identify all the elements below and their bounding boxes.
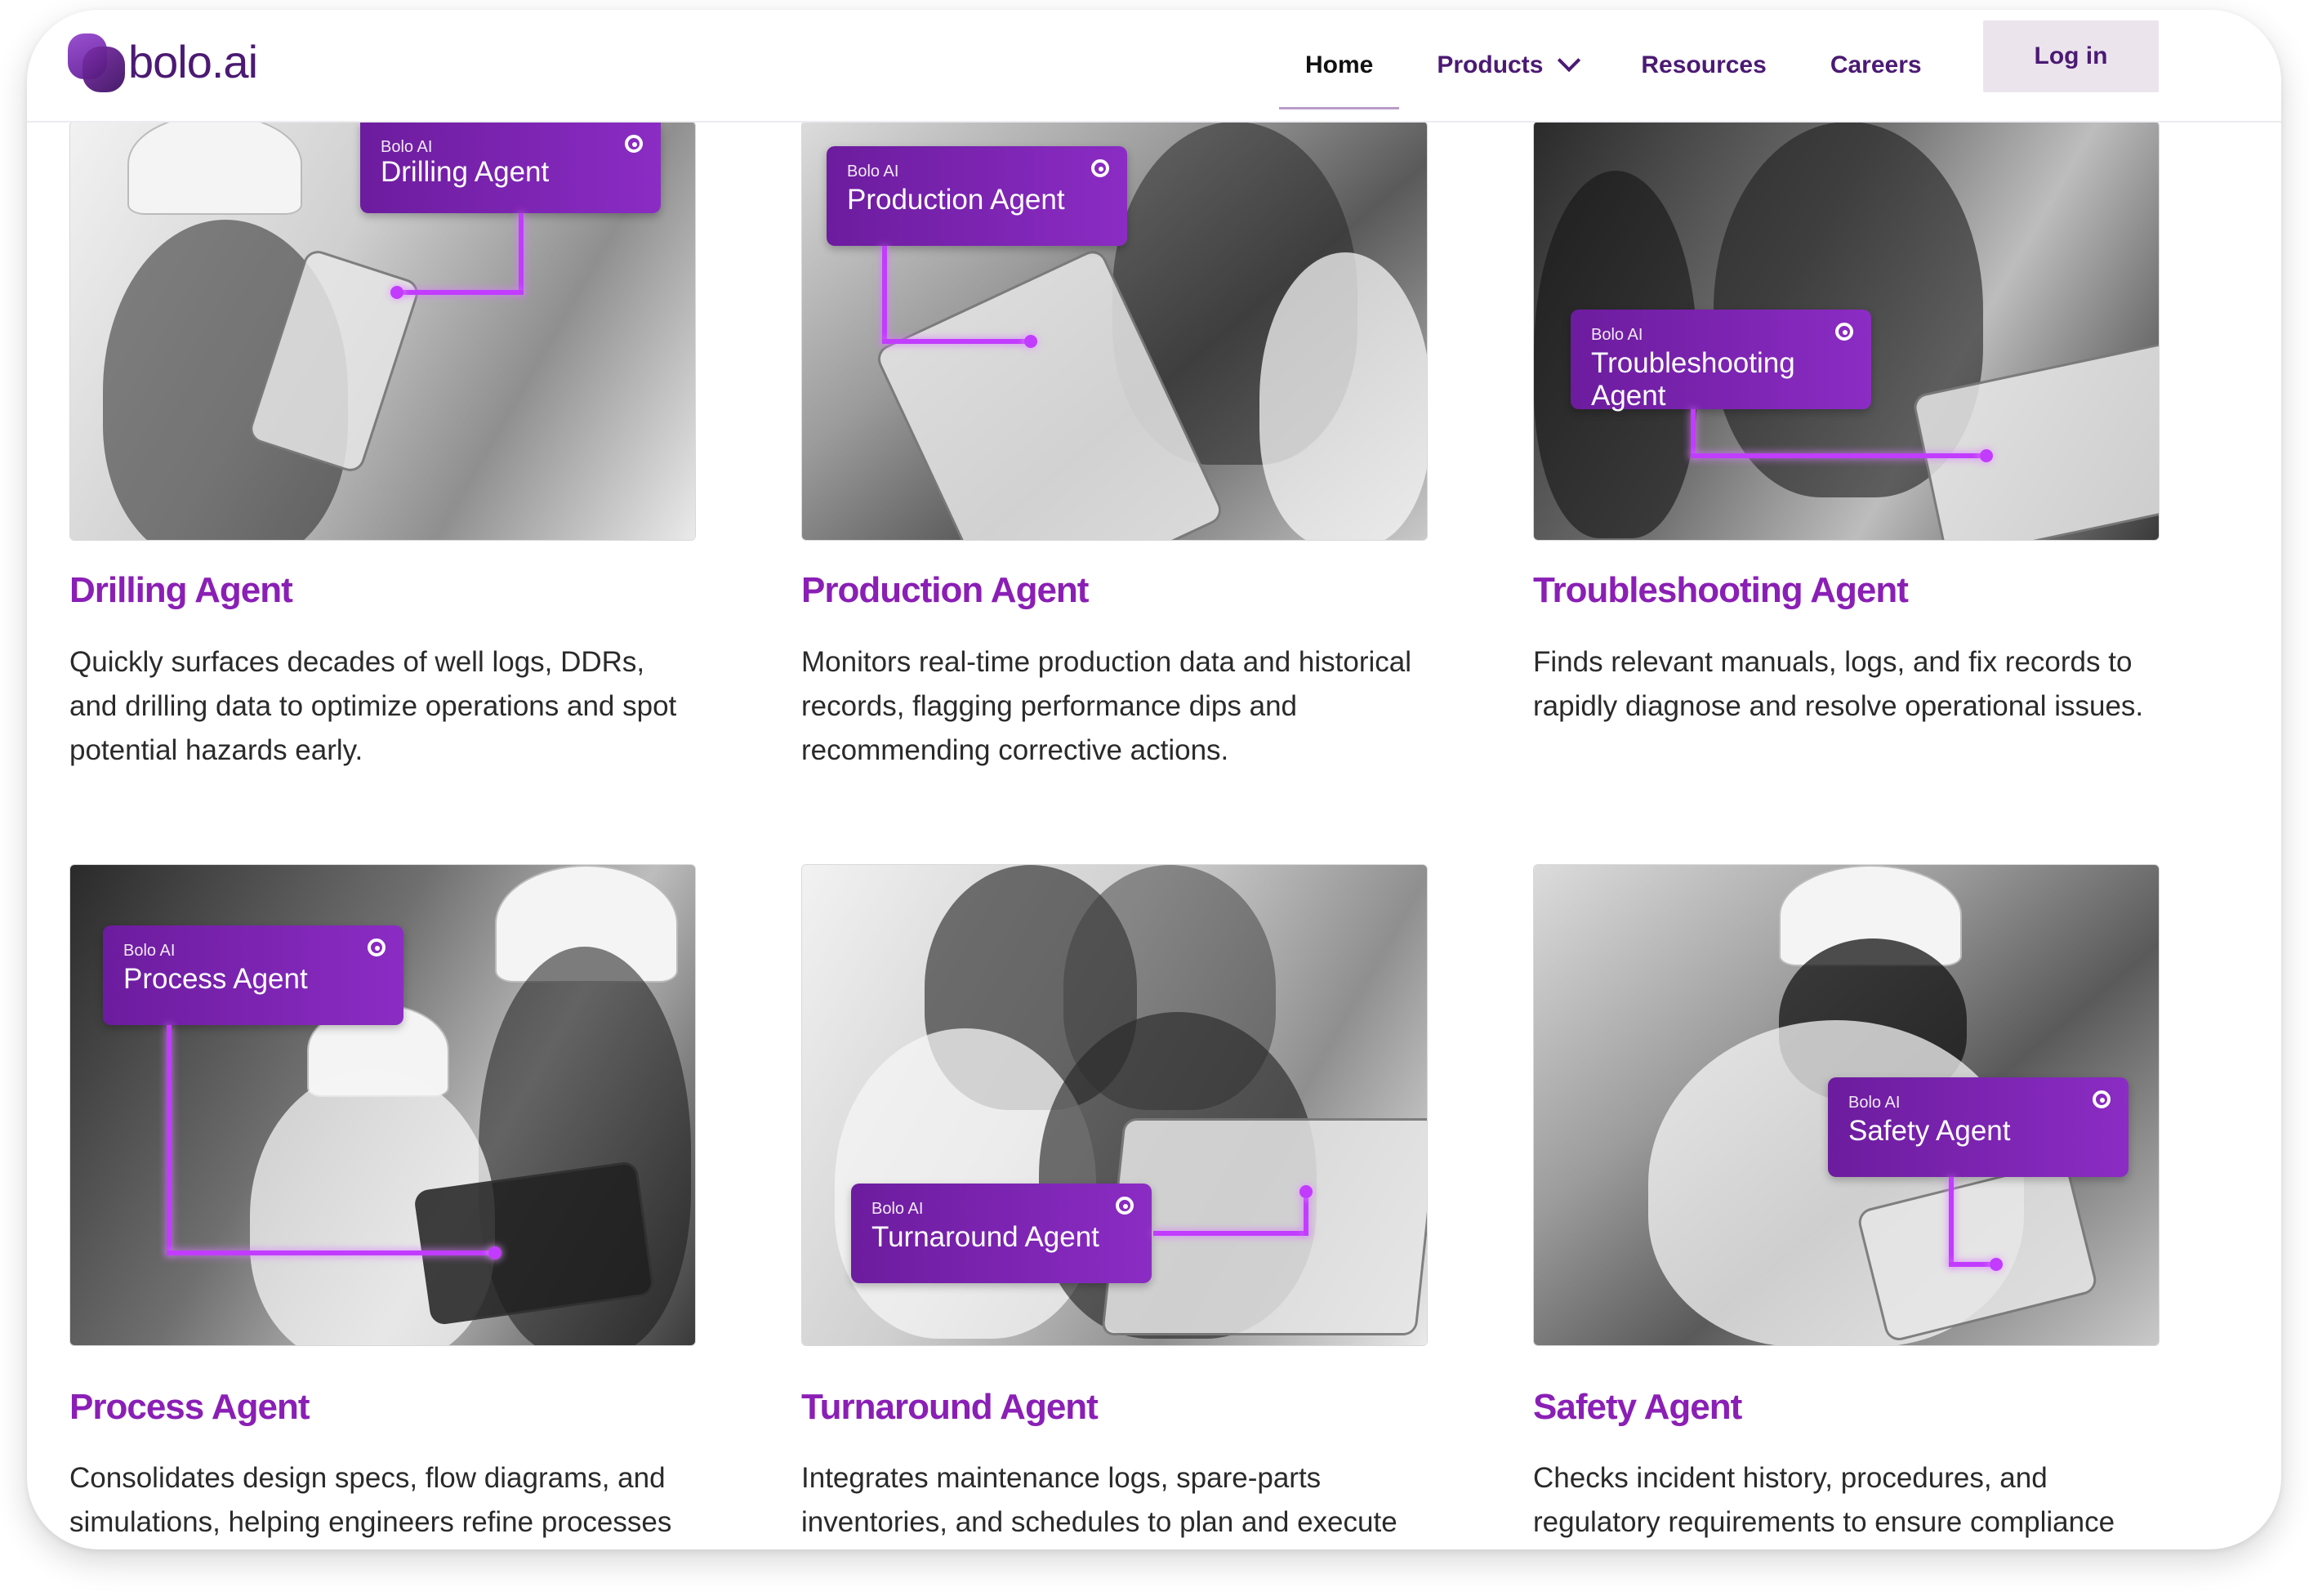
agent-title[interactable]: Turnaround Agent xyxy=(801,1387,1099,1428)
nav-home[interactable]: Home xyxy=(1278,10,1400,121)
agent-title[interactable]: Production Agent xyxy=(801,570,1089,611)
agent-title[interactable]: Safety Agent xyxy=(1533,1387,1742,1428)
nav-products-label: Products xyxy=(1437,51,1544,78)
bolo-badge-icon xyxy=(1091,159,1109,177)
agent-description: Consolidates design specs, flow diagrams… xyxy=(69,1462,672,1538)
agent-description: Integrates maintenance logs, spare-parts… xyxy=(801,1462,1397,1538)
agent-description: Monitors real-time production data and h… xyxy=(801,646,1412,766)
agent-image-troubleshooting: Bolo AI Troubleshooting Agent xyxy=(1533,121,2160,541)
agent-tag-drilling: Bolo AI Drilling Agent xyxy=(360,122,661,213)
bolo-badge-icon xyxy=(1835,323,1853,341)
main-nav: Home Products Resources Careers xyxy=(1278,10,1986,121)
agent-image-drilling: Bolo AI Drilling Agent xyxy=(69,121,696,541)
nav-careers[interactable]: Careers xyxy=(1830,10,1922,121)
agent-tag-turnaround: Bolo AI Turnaround Agent xyxy=(851,1184,1152,1283)
agent-tag-process: Bolo AI Process Agent xyxy=(103,925,403,1025)
agent-image-production: Bolo AI Production Agent xyxy=(801,121,1428,541)
agent-description: Quickly surfaces decades of well logs, D… xyxy=(69,646,677,766)
nav-resources[interactable]: Resources xyxy=(1641,10,1766,121)
agent-title[interactable]: Drilling Agent xyxy=(69,570,293,611)
bolo-badge-icon xyxy=(1116,1197,1134,1215)
logo-mark-icon xyxy=(68,30,125,92)
agent-image-safety: Bolo AI Safety Agent xyxy=(1533,864,2160,1346)
agent-image-process: Bolo AI Process Agent xyxy=(69,864,696,1346)
bolo-badge-icon xyxy=(368,938,386,956)
logo-text: bolo.ai xyxy=(128,35,258,87)
nav-products[interactable]: Products xyxy=(1437,10,1581,121)
bolo-badge-icon xyxy=(2093,1090,2111,1108)
agent-image-turnaround: Bolo AI Turnaround Agent xyxy=(801,864,1428,1346)
agent-title[interactable]: Troubleshooting Agent xyxy=(1533,570,1909,611)
agent-description: Finds relevant manuals, logs, and fix re… xyxy=(1533,646,2144,722)
site-header: bolo.ai Home Products Resources Careers … xyxy=(27,10,2281,123)
bolo-badge-icon xyxy=(625,135,643,153)
logo[interactable]: bolo.ai xyxy=(68,25,258,98)
agent-tag-safety: Bolo AI Safety Agent xyxy=(1828,1077,2128,1177)
chevron-down-icon xyxy=(1558,48,1581,73)
agent-description: Checks incident history, procedures, and… xyxy=(1533,1462,2115,1538)
agent-title[interactable]: Process Agent xyxy=(69,1387,310,1428)
browser-frame: bolo.ai Home Products Resources Careers … xyxy=(27,10,2281,1549)
agent-tag-troubleshooting: Bolo AI Troubleshooting Agent xyxy=(1571,310,1871,412)
agent-tag-production: Bolo AI Production Agent xyxy=(827,146,1127,246)
login-button[interactable]: Log in xyxy=(1983,20,2159,92)
